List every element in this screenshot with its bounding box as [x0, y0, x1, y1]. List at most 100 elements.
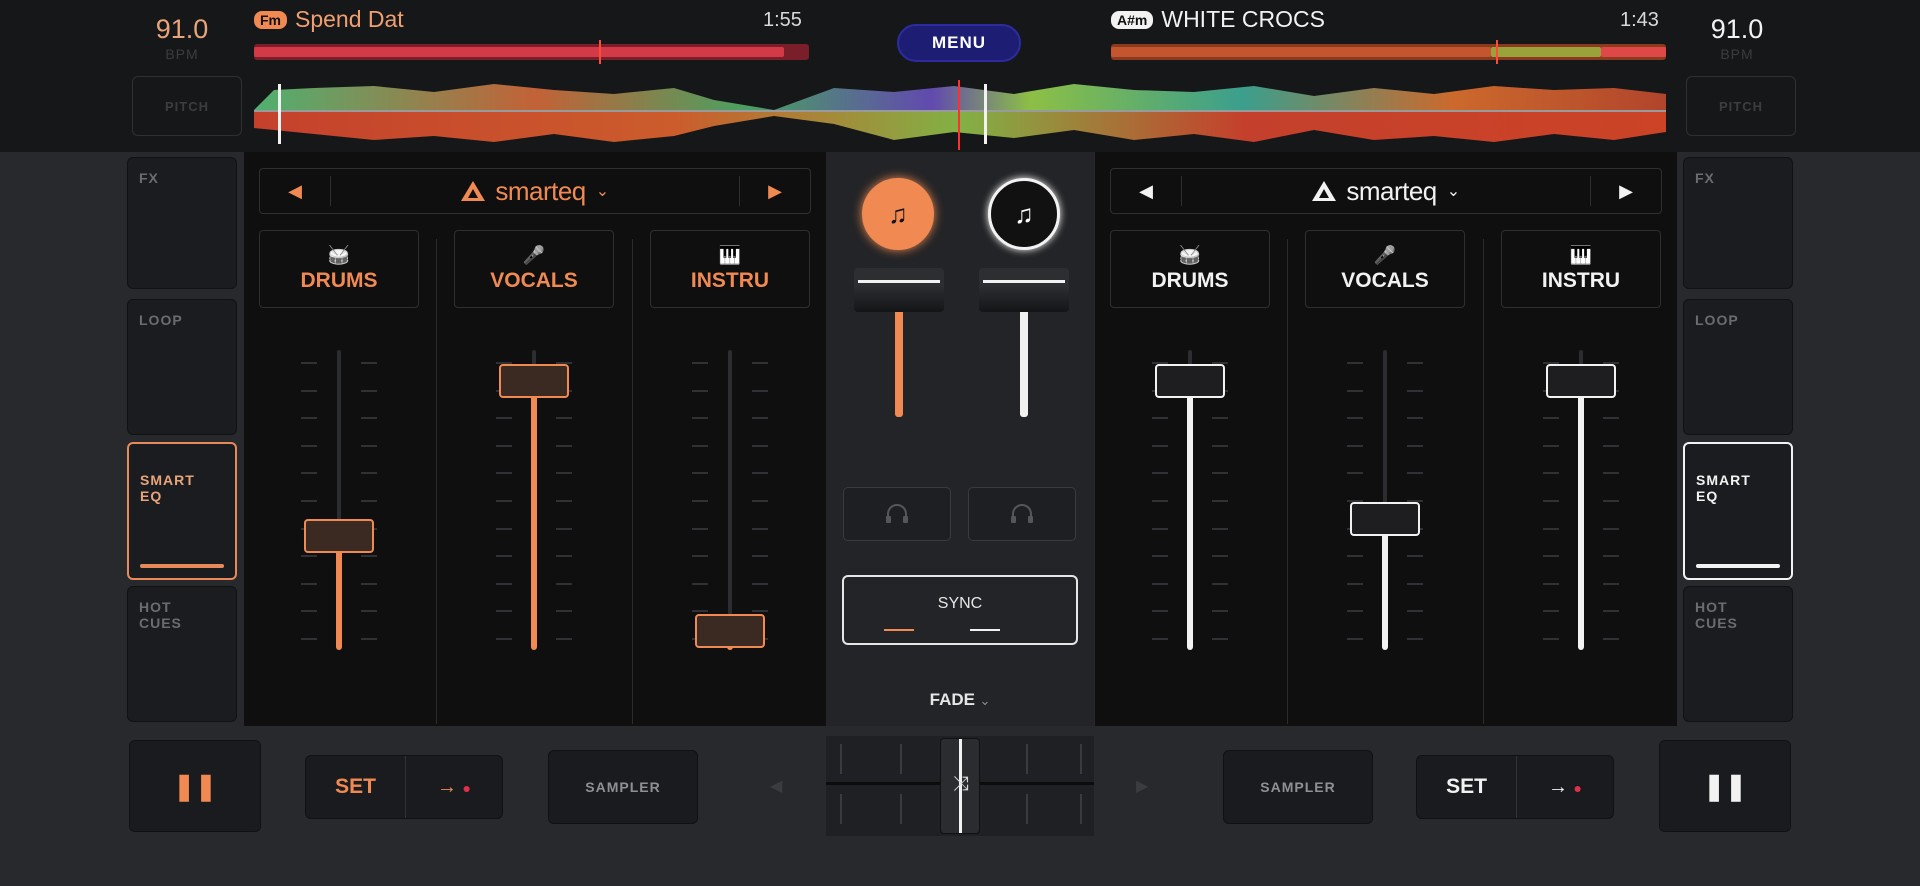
right-track-add-music-icon[interactable]: ♫ — [988, 178, 1060, 250]
left-eq-selector[interactable]: smarteq ⌄ — [330, 176, 740, 206]
stem-fader-knob[interactable] — [695, 614, 765, 648]
right-mini-waveform[interactable] — [1111, 40, 1666, 64]
fader-tick — [752, 555, 768, 558]
fader-tick — [556, 500, 572, 502]
fader-tick — [752, 527, 768, 530]
main-waveform[interactable] — [254, 80, 1666, 150]
fader-tick — [1347, 610, 1363, 613]
right-volume-fader[interactable] — [979, 268, 1069, 312]
fade-chevron-down-icon: ⌄ — [979, 693, 991, 708]
fader-tick — [496, 610, 512, 613]
left-hot-cues-button[interactable]: HOT CUES — [127, 586, 237, 722]
fader-tick — [1543, 582, 1559, 585]
fader-tick — [1407, 362, 1423, 364]
fader-tick — [301, 362, 317, 364]
left-volume-fader[interactable] — [854, 268, 944, 312]
fader-tick — [301, 610, 317, 613]
left-headphones-button[interactable] — [843, 487, 951, 541]
fader-tick — [1152, 500, 1168, 502]
left-stem-button-0[interactable]: 🥁 DRUMS — [259, 230, 419, 308]
fader-tick — [301, 417, 317, 420]
right-jump-to-cue-button[interactable]: → ● — [1517, 776, 1613, 799]
column-divider — [436, 239, 437, 724]
right-sampler-button[interactable]: SAMPLER — [1223, 750, 1373, 824]
right-smart-eq-button[interactable]: SMART EQ — [1683, 442, 1793, 580]
shuffle-icon: ⤨ — [953, 773, 969, 795]
right-set-cue-group: SET → ● — [1416, 755, 1614, 819]
left-sampler-button[interactable]: SAMPLER — [548, 750, 698, 824]
fader-tick — [1407, 389, 1423, 392]
left-jump-to-cue-button[interactable]: → ● — [406, 776, 502, 799]
left-mini-waveform[interactable] — [254, 40, 809, 64]
right-key-badge: A#m — [1111, 10, 1154, 29]
column-divider — [632, 239, 633, 724]
fader-tick — [556, 472, 572, 475]
stem-label: DRUMS — [1151, 269, 1229, 292]
fader-tick — [496, 500, 512, 502]
fader-tick — [1347, 362, 1363, 364]
left-stem-button-2[interactable]: 🎹 INSTRU — [650, 230, 810, 308]
right-play-pause-button[interactable]: ❚❚ — [1659, 740, 1791, 832]
right-eq-selector[interactable]: smarteq ⌄ — [1181, 176, 1591, 206]
right-set-button[interactable]: SET — [1417, 756, 1517, 818]
right-fx-button[interactable]: FX — [1683, 157, 1793, 289]
fader-tick — [1152, 555, 1168, 558]
left-eq-prev-arrow-icon[interactable]: ◀ — [260, 181, 330, 202]
fader-tick — [361, 638, 377, 640]
fader-tick — [1347, 555, 1363, 558]
crossfader-knob[interactable]: ⤨ — [940, 738, 980, 834]
right-arrow-right-icon: → — [1547, 775, 1568, 798]
right-loop-button[interactable]: LOOP — [1683, 299, 1793, 435]
right-pitch-button[interactable]: PITCH — [1686, 76, 1796, 136]
fader-tick — [692, 472, 708, 475]
right-headphones-button[interactable] — [968, 487, 1076, 541]
fader-tick — [1603, 417, 1619, 420]
left-track-add-music-icon[interactable]: ♫ — [862, 178, 934, 250]
fader-tick — [1603, 638, 1619, 640]
fade-selector[interactable]: FADE ⌄ — [826, 690, 1094, 710]
left-smart-eq-button[interactable]: SMART EQ — [127, 442, 237, 580]
fader-tick — [1152, 527, 1168, 530]
fader-tick — [361, 582, 377, 585]
fader-tick — [1407, 555, 1423, 558]
right-eq-name: smarteq — [1346, 175, 1437, 206]
fader-tick — [692, 610, 708, 613]
headphones-icon — [1011, 504, 1033, 523]
left-loop-button[interactable]: LOOP — [127, 299, 237, 435]
stem-fader-knob[interactable] — [1546, 364, 1616, 398]
right-eq-next-arrow-icon[interactable]: ▶ — [1591, 181, 1661, 202]
fader-tick — [1543, 444, 1559, 447]
right-stem-button-0[interactable]: 🥁 DRUMS — [1110, 230, 1270, 308]
crossfader-tick — [900, 794, 902, 824]
stem-label: INSTRU — [690, 269, 770, 292]
crossfader[interactable]: ⤨ — [826, 736, 1094, 836]
sync-button[interactable]: SYNC — [842, 575, 1078, 645]
right-smart-eq-label: SMART EQ — [1696, 472, 1751, 504]
right-hot-cues-button[interactable]: HOT CUES — [1683, 586, 1793, 722]
left-pitch-button[interactable]: PITCH — [132, 76, 242, 136]
piano-icon: 🎹 — [718, 245, 742, 265]
crossfader-tick — [1026, 744, 1028, 774]
right-stem-button-1[interactable]: 🎤 VOCALS — [1305, 230, 1465, 308]
fader-tick — [1152, 444, 1168, 447]
right-stem-button-2[interactable]: 🎹 INSTRU — [1501, 230, 1661, 308]
left-stem-button-1[interactable]: 🎤 VOCALS — [454, 230, 614, 308]
menu-button[interactable]: MENU — [897, 24, 1021, 62]
left-play-pause-button[interactable]: ❚❚ — [129, 740, 261, 832]
left-deck-panel: ◀ smarteq ⌄ ▶ 🥁 DRUMS 🎤 VOCALS 🎹 INSTRU — [244, 152, 826, 726]
stem-fader-knob[interactable] — [1350, 501, 1420, 536]
stem-fader-knob[interactable] — [499, 364, 569, 398]
left-fx-button[interactable]: FX — [127, 157, 237, 289]
crossfader-tick — [840, 794, 842, 824]
fader-tick — [361, 444, 377, 447]
fader-tick — [1347, 638, 1363, 640]
left-smart-eq-label: SMART EQ — [140, 472, 195, 504]
stem-fader-knob[interactable] — [304, 519, 374, 553]
fader-tick — [496, 638, 512, 640]
fader-tick — [752, 582, 768, 585]
left-set-button[interactable]: SET — [306, 756, 406, 818]
right-eq-prev-arrow-icon[interactable]: ◀ — [1111, 181, 1181, 202]
left-eq-next-arrow-icon[interactable]: ▶ — [740, 181, 810, 202]
sync-right-indicator — [970, 629, 1000, 631]
stem-fader-knob[interactable] — [1155, 364, 1225, 398]
